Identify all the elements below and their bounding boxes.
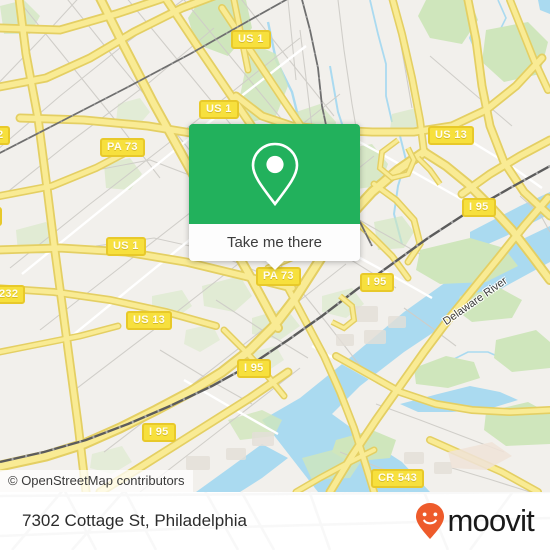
road-shield-i95-east: I 95: [462, 198, 496, 217]
road-shield-i95-west: I 95: [142, 423, 176, 442]
road-shield-pa73-west: PA 73: [100, 138, 145, 157]
popup-marker-area: [189, 124, 360, 224]
moovit-logo[interactable]: moovit: [415, 502, 535, 540]
road-shield-i95-mid: I 95: [360, 273, 394, 292]
road-shield-232-clipped: 232: [0, 285, 26, 304]
map-pin-icon: [251, 142, 298, 207]
moovit-map-page: Delaware River US 1 US 1 US 1 PA 73 PA 7…: [0, 0, 550, 550]
osm-attribution[interactable]: © OpenStreetMap contributors: [0, 470, 193, 492]
location-popup[interactable]: Take me there: [189, 124, 360, 270]
road-shield-clipped-mid: [0, 207, 2, 226]
address-label: 7302 Cottage St, Philadelphia: [22, 511, 247, 530]
moovit-wordmark: moovit: [447, 503, 534, 538]
road-shield-us13-east: US 13: [428, 126, 475, 145]
moovit-pin-icon: [416, 503, 445, 539]
road-shield-us1-west: US 1: [106, 237, 146, 256]
popup-pointer-tail: [265, 261, 284, 270]
road-shield-clipped-top: 2: [0, 126, 11, 145]
road-shield-us13-west: US 13: [126, 311, 173, 330]
road-shield-i95-center: I 95: [237, 359, 271, 378]
road-shield-us1-mid: US 1: [199, 100, 239, 119]
take-me-there-button[interactable]: Take me there: [189, 224, 360, 261]
bottom-info-bar: 7302 Cottage St, Philadelphia moovit: [0, 492, 550, 550]
map-canvas[interactable]: Delaware River US 1 US 1 US 1 PA 73 PA 7…: [0, 0, 550, 492]
road-shield-us1-north: US 1: [231, 30, 271, 49]
take-me-there-label: Take me there: [226, 234, 323, 251]
road-shield-cr543: CR 543: [371, 469, 425, 488]
